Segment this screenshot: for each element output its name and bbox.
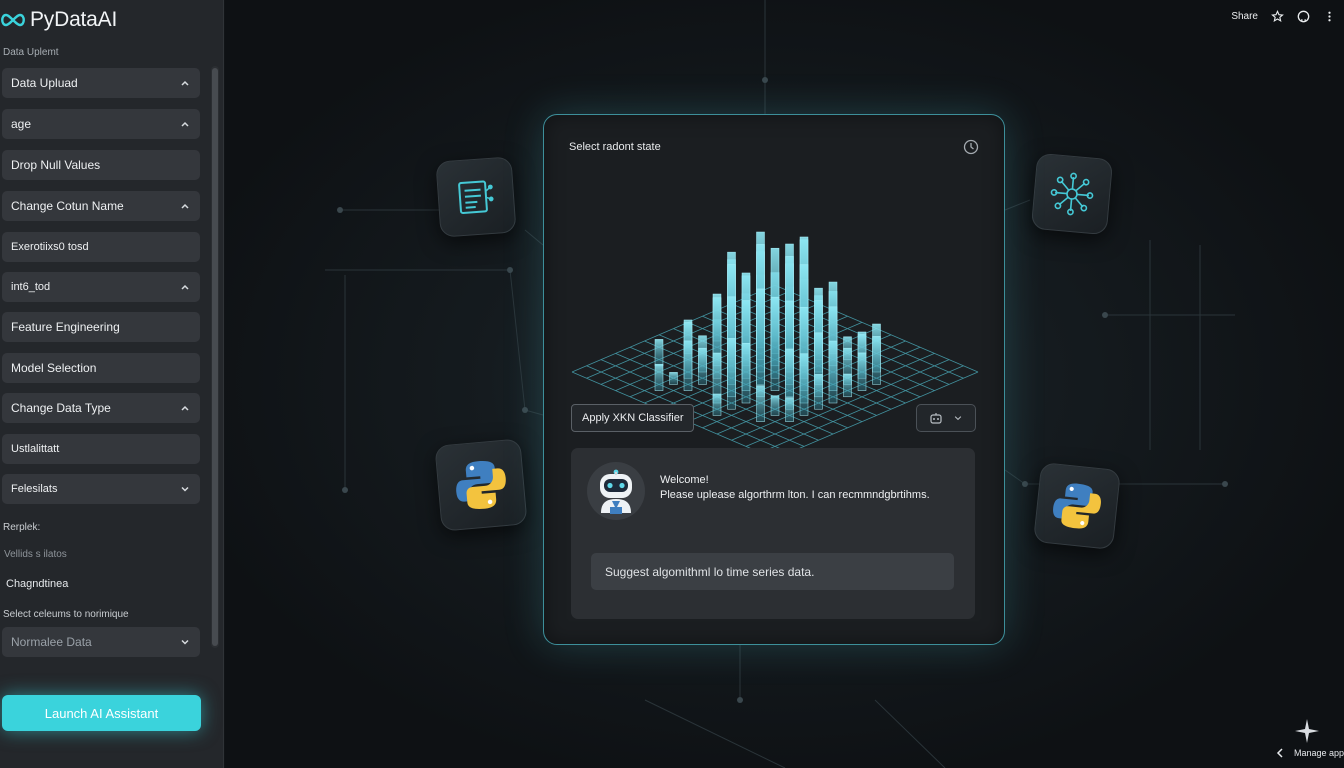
top-bar: Share — [1231, 8, 1336, 24]
sidebar-caption: Data Uplemt — [3, 47, 59, 58]
viz-column — [727, 338, 736, 410]
viz-column — [741, 342, 751, 404]
sidebar-item-label: Exerotiixs0 tosd — [11, 241, 89, 253]
sparkle-icon — [1295, 719, 1319, 743]
chevron-up-icon — [180, 119, 190, 129]
sidebar-item-label: Change Cotun Name — [11, 199, 124, 213]
star-icon[interactable] — [1270, 9, 1284, 23]
viz-column — [828, 340, 838, 404]
brand: PyDataAI — [0, 6, 117, 34]
viz-column — [683, 340, 693, 391]
sidebar-item-label: Model Selection — [11, 361, 97, 375]
normalize-data-select[interactable]: Normalee Data — [2, 627, 200, 657]
sidebar-item-felesilats[interactable]: Felesilats — [2, 474, 200, 504]
launch-ai-assistant-button[interactable]: Launch AI Assistant — [2, 695, 201, 731]
chevron-down-icon — [180, 637, 190, 647]
sidebar-item-exerotiixs[interactable]: Exerotiixs0 tosd — [2, 232, 200, 262]
network-tile — [1030, 152, 1114, 236]
sidebar-item-int6-tod[interactable]: int6_tod — [2, 272, 200, 302]
sidebar-scrollbar-thumb[interactable] — [212, 68, 218, 646]
viz-column — [785, 397, 794, 422]
label-select-columns: Select celeums to norimique — [3, 609, 129, 620]
viz-column — [770, 297, 780, 391]
welcome-heading: Welcome! — [660, 474, 709, 486]
chevron-up-icon — [180, 201, 190, 211]
viz-column — [770, 395, 780, 416]
sidebar-item-age[interactable]: age — [2, 109, 200, 139]
sidebar-item-label: Feature Engineering — [11, 320, 120, 334]
python-logo-icon — [1053, 483, 1101, 529]
clock-icon[interactable] — [963, 139, 979, 155]
card-title: Select radont state — [569, 141, 661, 153]
manage-app-label: Manage app — [1293, 748, 1344, 758]
viz-column — [712, 393, 722, 416]
robot-icon — [930, 413, 942, 424]
manage-app-footer[interactable]: Manage app — [1276, 748, 1344, 758]
viz-column — [857, 352, 867, 391]
sidebar-item-feature-engineering[interactable]: Feature Engineering — [2, 312, 200, 342]
more-vertical-icon[interactable] — [1322, 9, 1336, 23]
document-tile — [435, 156, 517, 238]
python-tile-left — [434, 438, 528, 532]
sidebar-item-data-upload[interactable]: Data Upluad — [2, 68, 200, 98]
sidebar-item-label: Change Data Type — [11, 401, 111, 415]
viz-column — [669, 372, 678, 385]
viz-column — [843, 373, 852, 398]
main-canvas: Share Select radont state Apply XKN Clas… — [225, 0, 1344, 768]
sidebar-item-label: Felesilats — [11, 483, 58, 495]
sidebar-item-change-column-name[interactable]: Change Cotun Name — [2, 191, 200, 221]
python-logo-icon — [456, 461, 506, 509]
label-chagndtinea: Chagndtinea — [6, 578, 69, 590]
assistant-card: Select radont state Apply XKN Classifier — [543, 114, 1005, 645]
normalize-select-value: Normalee Data — [11, 635, 92, 649]
sidebar-item-label: age — [11, 117, 32, 131]
suggestion-input[interactable]: Suggest algomithml lo time series data. — [591, 553, 954, 590]
share-button[interactable]: Share — [1231, 11, 1258, 22]
label-replek: Rerplek: — [3, 522, 41, 533]
sidebar-item-label: int6_tod — [11, 281, 51, 293]
viz-column — [698, 347, 707, 385]
viz-column — [756, 288, 765, 398]
model-dropdown[interactable] — [916, 404, 976, 432]
chevron-down-icon — [180, 484, 190, 494]
sidebar-item-ustlalittatt[interactable]: Ustlalittatt — [2, 434, 200, 464]
viz-column — [654, 339, 664, 367]
sidebar-item-change-data-type[interactable]: Change Data Type — [2, 393, 200, 423]
viz-column — [872, 336, 881, 385]
app-name: PyDataAI — [30, 8, 118, 31]
apply-classifier-button[interactable]: Apply XKN Classifier — [571, 404, 695, 432]
sidebar: PyDataAI Data Uplemt Data Upluad age Dro… — [0, 0, 224, 768]
sidebar-item-label: Drop Null Values — [11, 158, 101, 172]
viz-column — [756, 385, 765, 422]
chevron-up-icon — [180, 403, 190, 413]
document-icon — [458, 180, 494, 214]
network-graph-icon — [1050, 172, 1094, 216]
viz-column — [814, 374, 823, 410]
chevron-left-icon — [1276, 748, 1283, 758]
sidebar-item-label: Data Upluad — [11, 76, 78, 90]
chevron-up-icon — [180, 78, 190, 88]
label-vellids: Vellids s ilatos — [4, 549, 67, 560]
sidebar-item-drop-null-values[interactable]: Drop Null Values — [2, 150, 200, 180]
robot-avatar-icon — [587, 462, 645, 520]
welcome-message: Please uplease algorthrm lton. I can rec… — [660, 489, 930, 501]
infinity-logo-icon — [1, 13, 25, 27]
github-icon[interactable] — [1296, 9, 1310, 23]
sidebar-item-label: Ustlalittatt — [11, 443, 60, 455]
chevron-down-icon — [954, 416, 962, 421]
chevron-up-icon — [180, 282, 190, 292]
chat-panel: Welcome! Please uplease algorthrm lton. … — [571, 448, 975, 619]
viz-column — [799, 353, 809, 416]
sidebar-item-model-selection[interactable]: Model Selection — [2, 353, 200, 383]
viz-column — [654, 363, 664, 391]
python-tile-right — [1033, 462, 1121, 550]
